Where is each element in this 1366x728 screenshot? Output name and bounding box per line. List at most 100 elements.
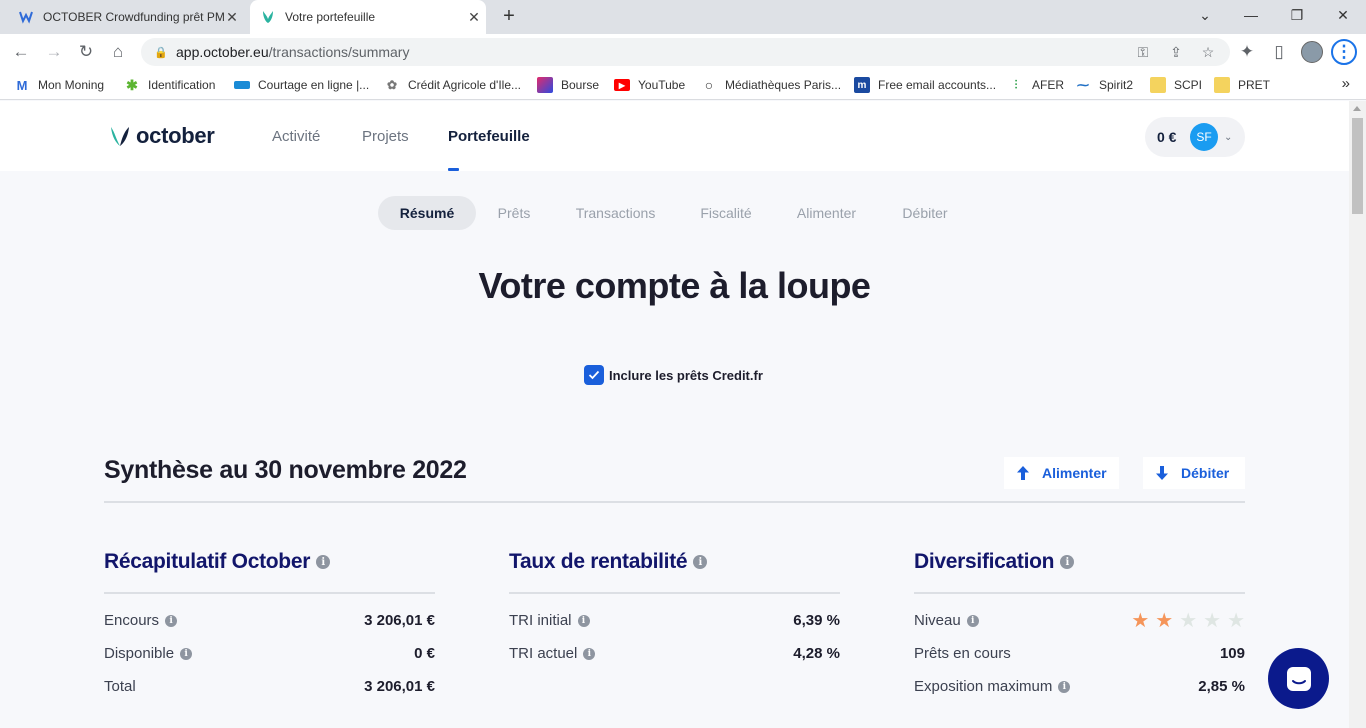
extensions-puzzle-icon[interactable]: ✦ bbox=[1235, 40, 1259, 64]
row-tri-initial: TRI initial i 6,39 % bbox=[509, 612, 840, 629]
scroll-up-arrow-icon[interactable] bbox=[1353, 106, 1361, 111]
recap-title: Récapitulatif October i bbox=[104, 547, 435, 577]
debiter-button[interactable]: Débiter bbox=[1143, 457, 1245, 489]
tab-resume[interactable]: Résumé bbox=[378, 196, 476, 230]
scrollbar-thumb[interactable] bbox=[1352, 118, 1363, 214]
tab-fiscalite[interactable]: Fiscalité bbox=[693, 196, 759, 230]
browser-tab-october-crowdfunding[interactable]: OCTOBER Crowdfunding prêt PME ✕ bbox=[12, 0, 244, 34]
key-icon[interactable]: ⚿ bbox=[1134, 43, 1152, 61]
afer-icon: ⫶ bbox=[1014, 77, 1018, 92]
info-icon[interactable]: i bbox=[1060, 555, 1075, 569]
chrome-menu-icon[interactable]: ⋮ bbox=[1331, 39, 1357, 65]
tab-prets[interactable]: Prêts bbox=[490, 196, 538, 230]
bookmark-scpi[interactable]: SCPI bbox=[1150, 76, 1202, 94]
share-icon[interactable]: ⇪ bbox=[1167, 43, 1185, 61]
chevron-down-icon: ⌄ bbox=[1224, 131, 1233, 143]
more-bookmarks-chevron-icon[interactable]: » bbox=[1342, 75, 1350, 92]
alimenter-button[interactable]: Alimenter bbox=[1004, 457, 1119, 489]
info-icon[interactable]: i bbox=[165, 614, 178, 627]
october-logo[interactable]: october bbox=[110, 123, 215, 149]
october-leaf-icon bbox=[111, 127, 129, 146]
bookmark-bourse[interactable]: Bourse bbox=[537, 76, 599, 94]
app-header: october Activité Projets Portefeuille 0 … bbox=[0, 101, 1349, 171]
bourse-icon bbox=[537, 77, 553, 93]
bookmark-star-icon[interactable]: ☆ bbox=[1199, 43, 1217, 61]
close-window-icon[interactable]: ✕ bbox=[1320, 0, 1366, 30]
close-tab-icon[interactable]: ✕ bbox=[224, 9, 240, 26]
bookmark-courtage[interactable]: Courtage en ligne |... bbox=[234, 76, 369, 94]
prets-en-cours-value: 109 bbox=[1219, 645, 1245, 662]
nav-activite[interactable]: Activité bbox=[272, 128, 320, 145]
page-title: Votre compte à la loupe bbox=[478, 265, 871, 306]
divider bbox=[914, 592, 1245, 594]
browser-tab-portefeuille[interactable]: Votre portefeuille ✕ bbox=[250, 0, 486, 34]
account-menu[interactable]: 0 € SF ⌄ bbox=[1145, 117, 1245, 157]
disponible-value: 0 € bbox=[414, 645, 435, 662]
folder-icon bbox=[1214, 77, 1230, 93]
home-icon[interactable]: ⌂ bbox=[106, 40, 130, 64]
profile-avatar-icon[interactable] bbox=[1300, 40, 1324, 64]
bookmark-afer[interactable]: ⫶ AFER bbox=[1008, 76, 1064, 94]
section-divider bbox=[104, 501, 1245, 503]
bookmark-pret[interactable]: PRET bbox=[1214, 76, 1270, 94]
chat-support-button[interactable] bbox=[1268, 648, 1329, 709]
close-tab-icon[interactable]: ✕ bbox=[466, 9, 482, 26]
checkbox-checked-icon[interactable] bbox=[584, 365, 604, 385]
bookmarks-bar: M Mon Moning ✱ Identification Courtage en … bbox=[0, 70, 1366, 100]
browser-toolbar: ← → ↻ ⌂ 🔒 app.october.eu/transactions/su… bbox=[0, 34, 1366, 70]
row-exposition-maximum: Exposition maximum i 2,85 % bbox=[914, 678, 1245, 695]
star-filled-icon: ★ bbox=[1131, 609, 1150, 632]
bookmark-spirit2[interactable]: ⁓ Spirit2 bbox=[1075, 76, 1133, 94]
nav-active-indicator bbox=[448, 168, 459, 171]
arrow-up-icon bbox=[1017, 466, 1029, 480]
tab-alimenter[interactable]: Alimenter bbox=[789, 196, 864, 230]
tab-search-chevron-icon[interactable]: ⌄ bbox=[1182, 0, 1228, 30]
balance-amount: 0 € bbox=[1157, 129, 1177, 145]
browser-tab-strip: OCTOBER Crowdfunding prêt PME ✕ Votre po… bbox=[0, 0, 1366, 34]
divider bbox=[104, 592, 435, 594]
portfolio-subtabs: Résumé Prêts Transactions Fiscalité Alim… bbox=[0, 196, 1349, 230]
star-empty-icon: ★ bbox=[1203, 609, 1222, 632]
diversification-title: Diversification i bbox=[914, 547, 1245, 577]
folder-icon bbox=[1150, 77, 1166, 93]
bookmark-credit-agricole[interactable]: ✿ Crédit Agricole d'Ile... bbox=[384, 76, 521, 94]
tab-title: Votre portefeuille bbox=[285, 10, 376, 24]
credit-agricole-icon: ✿ bbox=[386, 78, 398, 92]
nav-portefeuille[interactable]: Portefeuille bbox=[448, 128, 530, 145]
tab-debiter[interactable]: Débiter bbox=[894, 196, 956, 230]
youtube-icon: ▶ bbox=[614, 79, 630, 91]
avatar: SF bbox=[1190, 123, 1218, 151]
spirit2-icon: ⁓ bbox=[1077, 78, 1089, 92]
divider bbox=[509, 592, 840, 594]
reload-icon[interactable]: ↻ bbox=[74, 40, 98, 64]
info-icon[interactable]: i bbox=[1058, 680, 1071, 693]
moning-icon: M bbox=[16, 77, 28, 93]
info-icon[interactable]: i bbox=[577, 614, 590, 627]
include-credit-fr-toggle[interactable]: Inclure les prêts Credit.fr bbox=[584, 365, 763, 385]
nav-projets[interactable]: Projets bbox=[362, 128, 409, 145]
info-icon[interactable]: i bbox=[180, 647, 193, 660]
bookmark-free-email[interactable]: m Free email accounts... bbox=[854, 76, 996, 94]
tri-initial-value: 6,39 % bbox=[793, 612, 840, 629]
restore-window-icon[interactable]: ❐ bbox=[1274, 0, 1320, 30]
checkbox-label: Inclure les prêts Credit.fr bbox=[609, 367, 763, 383]
page-scrollbar[interactable] bbox=[1349, 101, 1366, 728]
total-value: 3 206,01 € bbox=[364, 678, 435, 695]
side-panel-icon[interactable]: ▯ bbox=[1267, 40, 1291, 64]
info-icon[interactable]: i bbox=[316, 555, 331, 569]
back-arrow-icon[interactable]: ← bbox=[9, 40, 33, 64]
bookmark-identification[interactable]: ✱ Identification bbox=[124, 76, 215, 94]
star-filled-icon: ★ bbox=[1155, 609, 1174, 632]
forward-arrow-icon[interactable]: → bbox=[42, 40, 66, 64]
bookmark-mon-moning[interactable]: M Mon Moning bbox=[14, 76, 104, 94]
info-icon[interactable]: i bbox=[966, 614, 979, 627]
new-tab-plus-icon[interactable]: + bbox=[498, 5, 520, 28]
address-bar[interactable]: 🔒 app.october.eu/transactions/summary ⚿ … bbox=[141, 38, 1230, 66]
bookmark-youtube[interactable]: ▶ YouTube bbox=[614, 76, 685, 94]
info-icon[interactable]: i bbox=[583, 647, 596, 660]
tab-transactions[interactable]: Transactions bbox=[568, 196, 663, 230]
lock-icon[interactable]: 🔒 bbox=[154, 46, 168, 59]
bookmark-mediatheques[interactable]: ○ Médiathèques Paris... bbox=[701, 76, 841, 94]
minimize-window-icon[interactable]: — bbox=[1228, 0, 1274, 30]
info-icon[interactable]: i bbox=[693, 555, 708, 569]
